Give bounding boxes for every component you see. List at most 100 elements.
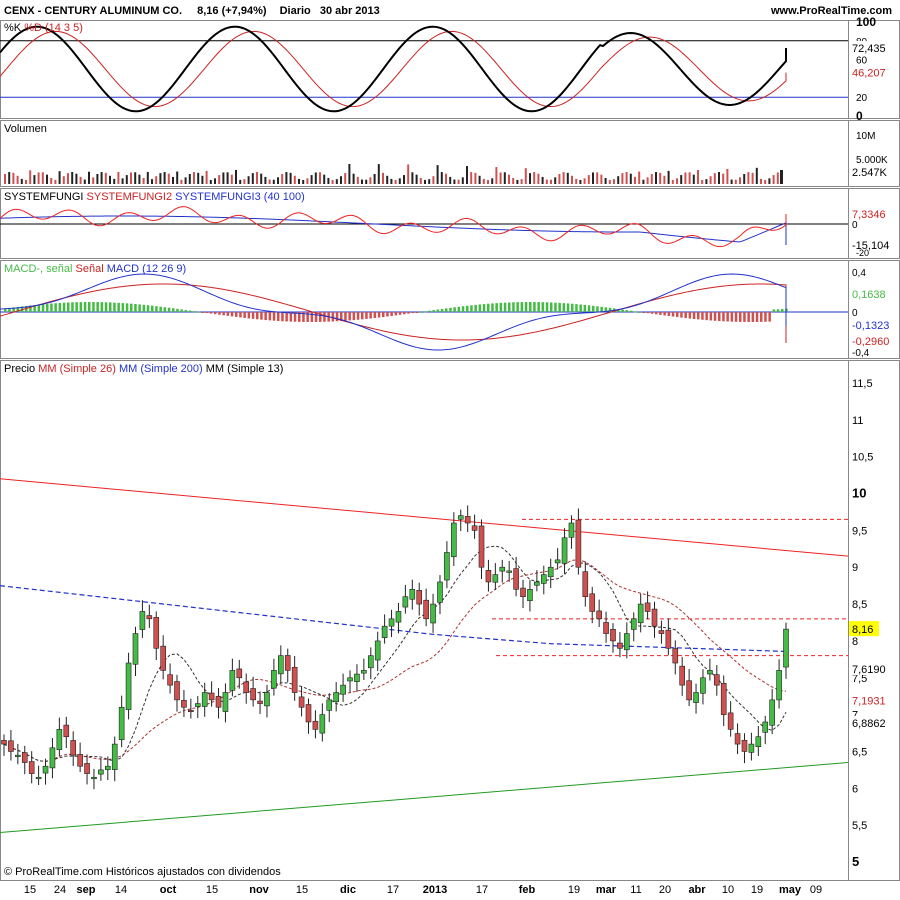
volume-bar xyxy=(655,172,657,184)
candle-body xyxy=(499,566,506,572)
volume-value: 2.547K xyxy=(852,167,888,179)
price-tick-10: 6,5 xyxy=(852,746,867,758)
price-tick-6: 8,5 xyxy=(852,599,867,611)
volume-bar xyxy=(163,172,166,184)
volume-bar xyxy=(558,174,561,184)
volume-bar xyxy=(755,167,758,184)
candle-body xyxy=(713,674,720,686)
last-price-label: 8,16 xyxy=(852,624,873,636)
price-tick-12: 5,5 xyxy=(852,820,867,832)
volume-bar xyxy=(545,179,548,184)
macd-hist-bar xyxy=(37,304,41,312)
macd-hist-bar xyxy=(331,312,335,322)
volume-bar xyxy=(457,179,460,184)
candle-body xyxy=(347,677,353,682)
macd-hist-bar xyxy=(226,312,230,316)
volume-bar xyxy=(323,174,326,184)
volume-bar xyxy=(214,178,216,184)
candle-body xyxy=(160,645,166,671)
candle-body xyxy=(637,603,644,624)
macd-hist-bar xyxy=(474,304,477,312)
volume-bar xyxy=(440,172,443,184)
macd-hist-bar xyxy=(445,308,448,312)
volume-bar xyxy=(449,176,452,184)
volume-bar xyxy=(726,168,729,184)
candle-body xyxy=(139,611,146,630)
volume-bar xyxy=(172,176,174,184)
volume-bar xyxy=(537,173,540,184)
x-tick-8: dic xyxy=(340,884,356,896)
volume-bar xyxy=(184,177,187,184)
macd-hist-bar xyxy=(46,303,49,312)
macd-hist-bar xyxy=(386,312,389,317)
candle-body xyxy=(451,522,457,558)
macd-hist-bar xyxy=(537,302,540,312)
macd-hist-bar xyxy=(554,302,557,312)
price-tick-0: 11,5 xyxy=(852,378,873,390)
macd-hist-bar xyxy=(499,302,503,312)
date-label: 30 abr 2013 xyxy=(319,5,380,17)
macd-hist-bar xyxy=(768,312,771,322)
volume-bar xyxy=(709,176,712,184)
macd-hist-bar xyxy=(163,307,167,312)
volume-bar xyxy=(772,175,775,184)
x-tick-15: 11 xyxy=(630,884,641,896)
volume-bar xyxy=(520,179,523,184)
candle-body xyxy=(105,765,111,770)
candle-body xyxy=(755,736,762,747)
volume-bar xyxy=(470,172,473,184)
volume-bar xyxy=(180,179,183,184)
volume-bar xyxy=(680,175,683,184)
macd-tick-0: 0,4 xyxy=(852,268,866,279)
macd-hist-bar xyxy=(113,302,116,312)
price-tick-1: 11 xyxy=(852,415,863,427)
macd-hist-bar xyxy=(764,312,767,322)
volume-bar xyxy=(121,178,124,184)
stoch-k-value: 72,435 xyxy=(852,43,886,55)
volume-bar xyxy=(37,172,40,184)
macd-hist-bar xyxy=(361,312,364,320)
macd-hist-bar xyxy=(718,312,721,322)
volume-bar xyxy=(613,179,615,184)
macd-hist-bar xyxy=(516,302,519,312)
macd-hist-bar xyxy=(222,312,225,316)
macd-hist-bar xyxy=(151,305,154,312)
candle-body xyxy=(485,570,492,583)
stoch-panel-frame xyxy=(0,20,900,119)
macd-hist-bar xyxy=(466,305,469,312)
macd-hist-bar xyxy=(650,312,654,314)
volume-bar xyxy=(302,179,305,184)
macd-hist-bar xyxy=(348,312,351,321)
s26-label: (Simple 26) xyxy=(59,363,116,375)
candle-body xyxy=(700,677,706,694)
candle-body xyxy=(693,692,699,703)
volume-bar xyxy=(667,170,670,184)
price-tick-3: 10 xyxy=(852,486,866,501)
volume-bar xyxy=(684,172,687,184)
candle-body xyxy=(271,670,277,689)
candle-body xyxy=(492,574,499,583)
macd-hist-bar xyxy=(550,302,553,312)
volume-bar xyxy=(419,177,422,184)
macd-hist-bar xyxy=(676,312,679,318)
macd-hist-bar xyxy=(205,312,209,313)
candle-body xyxy=(513,568,519,590)
volume-bar xyxy=(264,176,267,184)
volume-bar xyxy=(344,173,347,184)
candle-body xyxy=(146,615,153,620)
site-label: www.ProRealTime.com xyxy=(770,5,892,17)
macd-hist-bar xyxy=(520,302,524,312)
candle-body xyxy=(84,763,90,774)
macd-hist-bar xyxy=(243,312,246,318)
volume-bar xyxy=(541,176,544,184)
volume-bar xyxy=(482,178,485,184)
volume-bar xyxy=(747,172,750,184)
macd-hist-bar xyxy=(377,312,381,318)
sf3-label: SYSTEMFUNGI3 (40 100) xyxy=(175,191,305,203)
macd-hist-bar xyxy=(566,303,570,312)
macd-hist-bar xyxy=(453,307,456,312)
stoch-k-label: %K xyxy=(4,22,22,34)
macd-hist-bar xyxy=(596,306,599,312)
macd-hist-bar xyxy=(772,309,776,312)
macd-hist-bar xyxy=(449,307,452,312)
